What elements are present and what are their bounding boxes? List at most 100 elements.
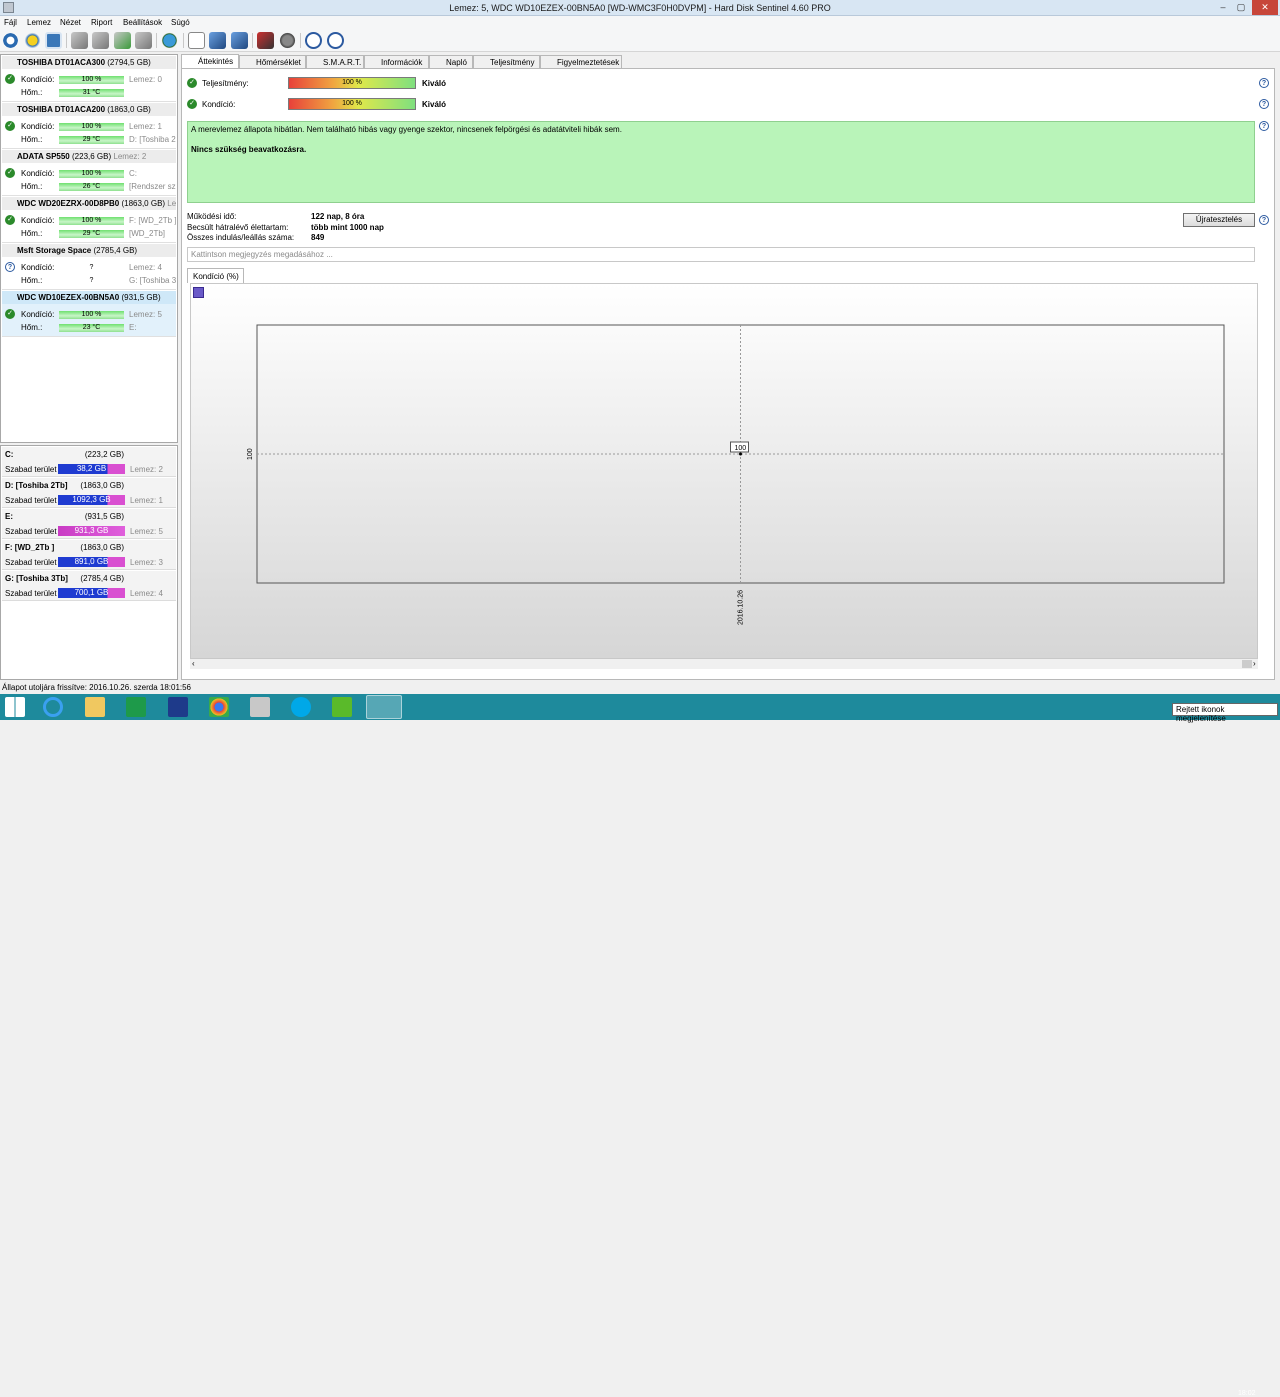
volume-name: G: [Toshiba 3Tb]	[5, 574, 68, 583]
help-icon[interactable]: ?	[1259, 78, 1269, 88]
disk-entry[interactable]: TOSHIBA DT01ACA300 (2794,5 GB) ✓ Kondíció…	[2, 56, 176, 102]
volume-entry[interactable]: C: (223,2 GB) Szabad terület 38,2 GB Lemez: …	[2, 447, 176, 477]
skype-icon[interactable]	[291, 697, 311, 717]
tab-temperature[interactable]: Hőmérséklet	[239, 55, 306, 69]
help-icon[interactable]: ?	[1259, 99, 1269, 109]
disk-list: TOSHIBA DT01ACA300 (2794,5 GB) ✓ Kondíció…	[0, 54, 178, 443]
excel-icon[interactable]	[126, 697, 146, 717]
lifetime-value: több mint 1000 nap	[311, 223, 384, 232]
free-space-bar: 700,1 GB	[58, 588, 125, 598]
disk-entry[interactable]: Msft Storage Space (2785,4 GB) ? Kondíció…	[2, 244, 176, 290]
chrome-icon[interactable]	[209, 697, 229, 717]
disk-entry-selected[interactable]: WDC WD10EZEX-00BN5A0 (931,5 GB) ✓ Kondíci…	[2, 291, 176, 337]
disk-header: Msft Storage Space (2785,4 GB)	[2, 244, 176, 257]
free-space-bar: 38,2 GB	[58, 464, 125, 474]
extended-test-icon[interactable]	[135, 32, 152, 49]
calculator-icon[interactable]	[250, 697, 270, 717]
ok-check-icon: ✓	[5, 215, 15, 225]
help-icon[interactable]	[305, 32, 322, 49]
note-input[interactable]: Kattintson megjegyzés megadásához ...	[187, 247, 1255, 262]
volume-name: C:	[5, 450, 14, 459]
scroll-left-icon[interactable]: ‹	[192, 659, 195, 668]
volume-entry[interactable]: G: [Toshiba 3Tb] (2785,4 GB) Szabad terüle…	[2, 571, 176, 601]
volume-entry[interactable]: D: [Toshiba 2Tb] (1863,0 GB) Szabad terüle…	[2, 478, 176, 508]
retest-button[interactable]: Újratesztelés	[1183, 213, 1255, 227]
disk-temperature-row: Hőm.: 26 °C [Rendszer sz	[2, 181, 176, 193]
tab-smart[interactable]: S.M.A.R.T.	[306, 55, 364, 69]
save-disk-icon[interactable]	[168, 697, 188, 717]
toolbar	[0, 30, 1280, 52]
surface-test-icon[interactable]	[92, 32, 109, 49]
condition-bar: 100 %	[288, 98, 416, 110]
folder-icon[interactable]	[85, 697, 105, 717]
menu-disk[interactable]: Lemez	[27, 18, 51, 27]
free-space-label: Szabad terület	[5, 496, 57, 505]
scroll-thumb[interactable]	[1242, 660, 1252, 668]
maximize-button[interactable]: ▢	[1232, 0, 1250, 15]
volume-entry[interactable]: E: (931,5 GB) Szabad terület 931,3 GB Lemez:…	[2, 509, 176, 539]
tab-log[interactable]: Napló	[429, 55, 473, 69]
disk-condition-row: ✓ Kondíció: 100 % F: [WD_2Tb ],	[2, 215, 176, 227]
temperature-label: Hőm.:	[21, 182, 43, 191]
help-icon[interactable]: ?	[1259, 215, 1269, 225]
start-icon[interactable]	[5, 697, 25, 717]
ok-check-icon: ✓	[187, 99, 197, 109]
performance-row: ✓ Teljesítmény: 100 % Kiváló	[187, 76, 487, 90]
status-message-box: A merevlemez állapota hibátlan. Nem talá…	[187, 121, 1255, 203]
disk-note: G: [Toshiba 3	[129, 276, 176, 285]
startstop-row: Összes indulás/leállás száma: 849	[187, 233, 324, 242]
condition-chart: 100 2016.10.26 100	[247, 324, 1225, 625]
volume-entry[interactable]: F: [WD_2Tb ] (1863,0 GB) Szabad terület 891…	[2, 540, 176, 570]
close-button[interactable]: ✕	[1252, 0, 1278, 15]
short-test-icon[interactable]	[114, 32, 131, 49]
x-tick-label: 2016.10.26	[738, 590, 745, 625]
email-icon[interactable]	[45, 32, 62, 49]
gear-icon[interactable]	[279, 32, 296, 49]
uptime-row: Működési idő: 122 nap, 8 óra	[187, 212, 364, 221]
tab-performance[interactable]: Teljesítmény	[473, 55, 540, 69]
ie-icon[interactable]	[43, 697, 63, 717]
disk-note: Lemez: 1	[129, 122, 162, 131]
about-icon[interactable]	[327, 32, 344, 49]
disk-name: TOSHIBA DT01ACA300	[17, 58, 106, 67]
help-icon[interactable]: ?	[1259, 121, 1269, 131]
condition-label: Kondíció:	[21, 122, 55, 131]
disk-name: WDC WD20EZRX-00D8PB0	[17, 199, 120, 208]
sync-icon[interactable]	[209, 32, 226, 49]
condition-bar: 100 %	[59, 76, 124, 84]
chart-tab-condition[interactable]: Kondíció (%)	[187, 268, 244, 283]
tab-overview[interactable]: Áttekintés	[181, 54, 239, 69]
network-icon[interactable]	[231, 32, 248, 49]
tab-bar: Áttekintés Hőmérséklet S.M.A.R.T. Inform…	[181, 54, 1271, 69]
minimize-button[interactable]: –	[1214, 0, 1232, 15]
scroll-right-icon[interactable]: ›	[1253, 659, 1256, 668]
utorrent-icon[interactable]	[332, 697, 352, 717]
toolbar-separator	[300, 33, 301, 48]
alert-icon[interactable]	[257, 32, 274, 49]
menu-report[interactable]: Riport	[91, 18, 112, 27]
report-icon[interactable]	[188, 32, 205, 49]
disk-size: (931,5 GB)	[121, 293, 161, 302]
tab-information[interactable]: Információk	[364, 55, 429, 69]
test-icon[interactable]	[71, 32, 88, 49]
hds-taskbar-icon[interactable]	[366, 695, 402, 719]
menu-file[interactable]: Fájl	[4, 18, 17, 27]
tab-alerts[interactable]: Figyelmeztetések	[540, 55, 622, 69]
disk-note: E:	[129, 323, 137, 332]
chart-scrollbar[interactable]: ‹ ›	[190, 659, 1258, 669]
disk-entry[interactable]: ADATA SP550 (223,6 GB) Lemez: 2 ✓ Kondíci…	[2, 150, 176, 196]
condition-bar: 100 %	[59, 123, 124, 131]
menu-view[interactable]: Nézet	[60, 18, 81, 27]
disk-entry[interactable]: WDC WD20EZRX-00D8PB0 (1863,0 GB) Lem ✓ Ko…	[2, 197, 176, 243]
globe-icon[interactable]	[161, 32, 178, 49]
data-label: 100	[730, 441, 749, 453]
disk-size: (2785,4 GB)	[93, 246, 138, 255]
menu-settings[interactable]: Beállítások	[123, 18, 162, 27]
disk-entry[interactable]: TOSHIBA DT01ACA200 (1863,0 GB) ✓ Kondíció…	[2, 103, 176, 149]
startstop-value: 849	[311, 233, 325, 242]
menu-help[interactable]: Súgó	[171, 18, 190, 27]
refresh-icon[interactable]	[2, 32, 19, 49]
disk-info-icon[interactable]	[24, 32, 41, 49]
disk-note: F: [WD_2Tb ],	[129, 216, 176, 225]
volume-list: C: (223,2 GB) Szabad terület 38,2 GB Lemez: …	[0, 445, 178, 680]
